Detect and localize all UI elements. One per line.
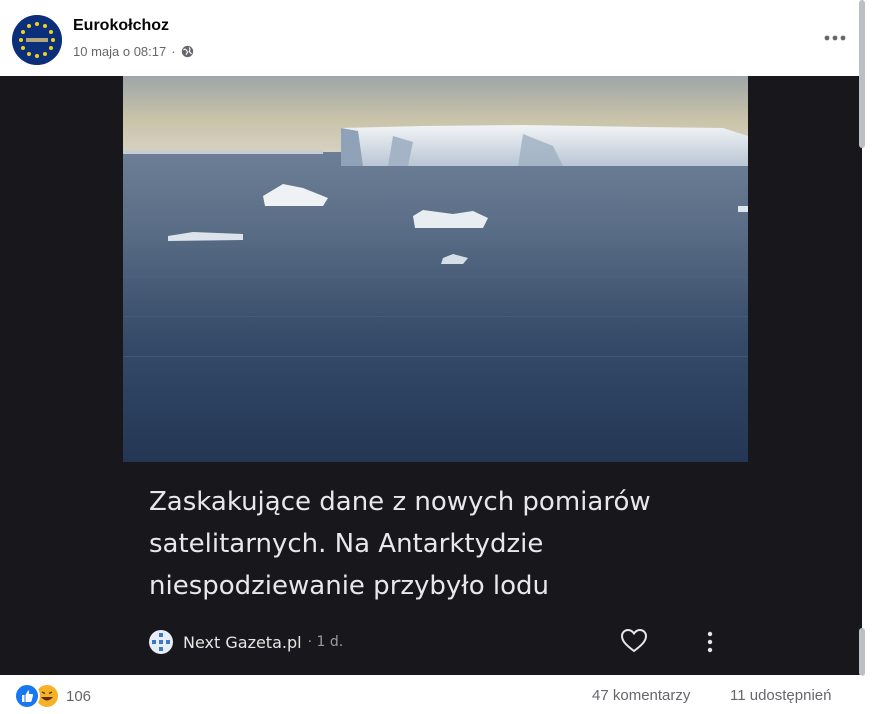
more-options-button[interactable] — [820, 25, 850, 51]
comments-count[interactable]: 47 komentarzy — [592, 687, 690, 704]
source-logo-icon — [149, 630, 173, 654]
shares-count[interactable]: 11 udostępnień — [730, 687, 862, 704]
source-row[interactable]: Next Gazeta.pl · 1 d. — [149, 628, 343, 656]
shared-image[interactable]: Zaskakujące dane z nowych pomiarów satel… — [0, 76, 862, 675]
heart-icon[interactable] — [620, 628, 648, 654]
reaction-count: 106 — [66, 687, 92, 705]
iceberg-photo — [123, 76, 748, 462]
scrollbar-thumb[interactable] — [859, 0, 865, 148]
more-horizontal-icon — [824, 35, 846, 41]
globe-icon[interactable] — [181, 45, 194, 58]
source-name: Next Gazeta.pl — [183, 632, 302, 652]
more-vertical-icon[interactable] — [700, 628, 720, 656]
post-meta: 10 maja o 08:17 · — [73, 44, 194, 59]
author-name[interactable]: Eurokołchoz — [73, 17, 169, 35]
card-title[interactable]: Zaskakujące dane z nowych pomiarów satel… — [149, 481, 749, 607]
reaction-summary[interactable]: 106 — [14, 683, 91, 709]
source-age: · 1 d. — [307, 634, 344, 650]
post-header: Eurokołchoz 10 maja o 08:17 · — [0, 0, 872, 76]
like-reaction-icon — [14, 683, 40, 709]
scrollbar-thumb-lower[interactable] — [859, 628, 865, 676]
page-avatar[interactable] — [12, 15, 62, 65]
meta-separator: · — [171, 44, 176, 59]
eu-flag-logo — [12, 15, 62, 65]
post-timestamp[interactable]: 10 maja o 08:17 — [73, 44, 166, 59]
post-footer: 106 47 komentarzy 11 udostępnień — [0, 675, 862, 714]
